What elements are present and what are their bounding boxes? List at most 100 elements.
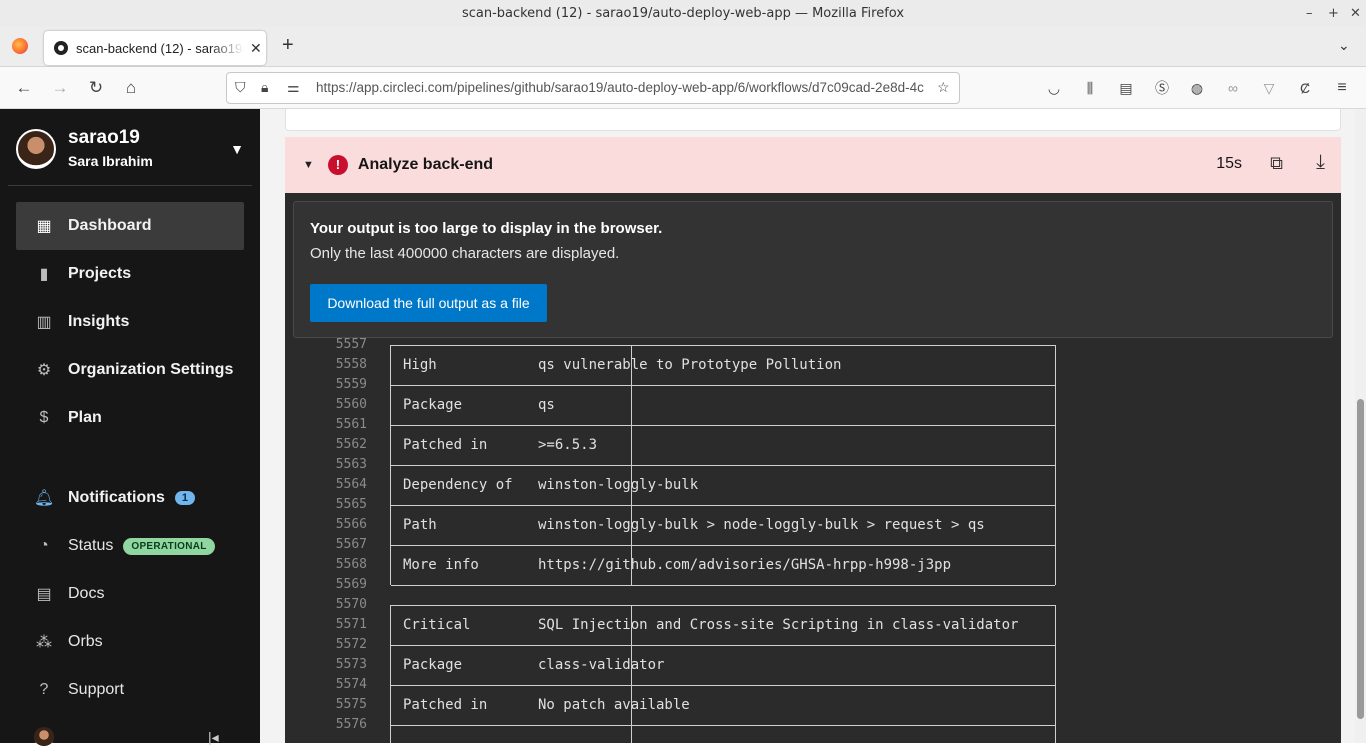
username: sarao19	[68, 127, 140, 148]
user-fullname: Sara Ibrahim	[68, 153, 153, 169]
dollar-icon: $	[39, 409, 49, 426]
orbs-icon: ⁂	[36, 634, 52, 651]
sidebar-item-dashboard[interactable]: ▦ Dashboard	[16, 202, 244, 250]
chevron-down-icon[interactable]: ▼	[230, 141, 244, 157]
output-notice: Your output is too large to display in t…	[293, 201, 1333, 338]
sidebar-item-label: Organization Settings	[68, 361, 234, 378]
extension-globe-icon[interactable]: ◍	[1185, 76, 1209, 100]
sidebar-item-label: Docs	[68, 585, 105, 602]
line-number: 5566	[335, 517, 367, 532]
step-name: Analyze back-end	[357, 156, 494, 173]
step-header[interactable]: ▼ ! Analyze back-end 15s ⧉ ⤓	[285, 137, 1341, 193]
extension-c-icon[interactable]: Ȼ	[1293, 76, 1317, 100]
status-icon: ◔	[39, 537, 49, 554]
sidebar-item-notifications[interactable]: 🔔︎ Notifications 1	[16, 474, 244, 522]
sidebar-item-orbs[interactable]: ⁂ Orbs	[16, 618, 244, 666]
line-number: 5570	[335, 597, 367, 612]
book-icon: ▮	[39, 266, 49, 283]
sidebar-item-label: Notifications	[68, 489, 165, 506]
sidebar-item-docs[interactable]: ▤ Docs	[16, 570, 244, 618]
url-text[interactable]: https://app.circleci.com/pipelines/githu…	[316, 80, 928, 95]
address-bar[interactable]: ⛉ 🔒︎ ⚌ https://app.circleci.com/pipeline…	[226, 72, 960, 104]
ascii-table-rule	[391, 645, 1055, 646]
line-number: 5567	[335, 537, 367, 552]
extension-s-icon[interactable]: Ⓢ	[1150, 76, 1174, 100]
sidebar-item-support[interactable]: ? Support	[16, 666, 244, 714]
back-icon[interactable]: ←	[12, 76, 36, 100]
browser-tab[interactable]: scan-backend (12) - sarao19/auto-deploy-…	[44, 31, 266, 65]
line-number: 5561	[335, 417, 367, 432]
dashboard-icon: ▦	[36, 218, 52, 235]
step-duration: 15s	[1216, 155, 1242, 172]
sidebar-item-organization-settings[interactable]: ⚙ Organization Settings	[16, 346, 244, 394]
scrollbar-thumb[interactable]	[1357, 399, 1364, 719]
menu-icon[interactable]: ≡	[1330, 76, 1354, 100]
extension-v-icon[interactable]: ▽	[1257, 76, 1281, 100]
home-icon[interactable]: ⌂	[119, 76, 143, 100]
avatar	[16, 129, 56, 169]
forward-icon[interactable]: →	[48, 76, 72, 100]
tab-list-icon[interactable]: ⌄	[1338, 37, 1350, 54]
bell-icon: 🔔︎	[33, 490, 55, 507]
line-number: 5574	[335, 677, 367, 692]
download-icon[interactable]: ⤓	[1316, 151, 1325, 174]
previous-step-row[interactable]	[285, 109, 1341, 131]
firefox-icon[interactable]	[12, 38, 28, 54]
sidebar-item-status[interactable]: ◔ Status OPERATIONAL	[16, 522, 244, 570]
bookmark-star-icon[interactable]: ☆	[937, 79, 950, 96]
download-output-button[interactable]: Download the full output as a file	[310, 284, 547, 322]
ascii-table-border	[390, 605, 1056, 743]
chevron-down-icon[interactable]: ▼	[303, 159, 314, 171]
collapse-sidebar-icon[interactable]: |◂	[208, 729, 219, 746]
step-output-console: Your output is too large to display in t…	[285, 193, 1341, 743]
lock-icon[interactable]: 🔒︎	[261, 79, 268, 96]
notification-count-badge: 1	[174, 491, 196, 505]
line-number: 5576	[335, 717, 367, 732]
close-window-icon[interactable]: ✕	[1350, 0, 1361, 27]
page-scrollbar[interactable]	[1355, 109, 1366, 743]
sidebar-item-label: Support	[68, 681, 125, 698]
new-tab-button[interactable]: +	[282, 34, 294, 57]
navigation-toolbar: ← → ↻ ⌂ ⛉ 🔒︎ ⚌ https://app.circleci.com/…	[0, 67, 1366, 109]
line-number: 5558	[335, 357, 367, 372]
sidebar-item-plan[interactable]: $ Plan	[16, 394, 244, 442]
ascii-table-rule	[391, 585, 1055, 586]
sidebar: sarao19 Sara Ibrahim ▼ ▦ Dashboard ▮ Pro…	[0, 109, 260, 747]
pocket-icon[interactable]: ◡	[1042, 76, 1066, 100]
library-icon[interactable]: ⫼	[1078, 76, 1102, 100]
line-number: 5562	[335, 437, 367, 452]
permissions-icon[interactable]: ⚌	[287, 79, 300, 96]
tab-close-icon[interactable]: ✕	[250, 40, 262, 57]
window-titlebar: scan-backend (12) - sarao19/auto-deploy-…	[0, 0, 1366, 27]
ascii-table-border	[390, 345, 1056, 586]
ascii-table-column-separator	[631, 605, 632, 743]
user-menu[interactable]: sarao19 Sara Ibrahim ▼	[16, 127, 252, 171]
external-link-icon[interactable]: ⧉	[1270, 153, 1283, 174]
extension-mask-icon[interactable]: ∞	[1221, 76, 1245, 100]
sidebar-item-insights[interactable]: ▥ Insights	[16, 298, 244, 346]
notice-title: Your output is too large to display in t…	[310, 220, 663, 237]
ascii-table-rule	[391, 465, 1055, 466]
ascii-table-rule	[391, 685, 1055, 686]
line-number: 5557	[335, 337, 367, 352]
sidebar-item-projects[interactable]: ▮ Projects	[16, 250, 244, 298]
small-avatar[interactable]	[34, 727, 54, 747]
main-content: ▼ ! Analyze back-end 15s ⧉ ⤓ Your output…	[260, 109, 1366, 743]
maximize-icon[interactable]: +	[1328, 0, 1339, 27]
sidebar-item-label: Insights	[68, 313, 130, 330]
line-number: 5560	[335, 397, 367, 412]
shield-icon[interactable]: ⛉	[235, 79, 246, 96]
ascii-table-rule	[391, 605, 1055, 606]
circleci-icon	[54, 41, 68, 55]
line-number: 5559	[335, 377, 367, 392]
ascii-table-rule	[391, 425, 1055, 426]
line-number: 5563	[335, 457, 367, 472]
sidebar-item-label: Orbs	[68, 633, 103, 650]
minimize-icon[interactable]: –	[1306, 0, 1313, 27]
line-number: 5573	[335, 657, 367, 672]
line-number: 5569	[335, 577, 367, 592]
ascii-table-rule	[391, 385, 1055, 386]
reload-icon[interactable]: ↻	[84, 76, 108, 100]
sidebar-toggle-icon[interactable]: ▤	[1114, 76, 1138, 100]
window-title: scan-backend (12) - sarao19/auto-deploy-…	[461, 6, 905, 21]
